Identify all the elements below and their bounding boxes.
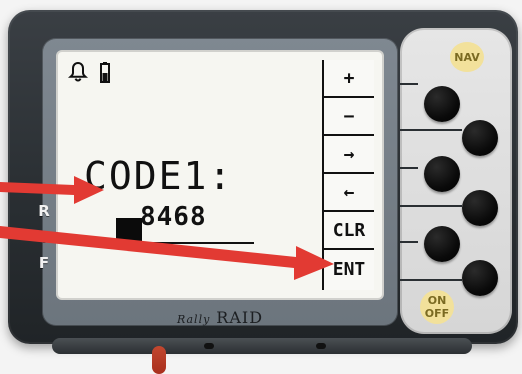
bottom-hole xyxy=(316,343,326,349)
softkey-minus[interactable]: − xyxy=(324,98,374,136)
softkey-label: + xyxy=(343,67,355,89)
softkey-label: CLR xyxy=(332,219,366,241)
softkey-clr[interactable]: CLR xyxy=(324,212,374,250)
red-cable xyxy=(152,346,166,374)
bottom-edge xyxy=(52,338,472,354)
softkey-label: ← xyxy=(343,181,355,203)
brand-logo: Rally RAID xyxy=(42,308,398,327)
side-letter: F xyxy=(38,254,50,272)
onoff-top: ON xyxy=(427,294,447,307)
softkey-right[interactable]: → xyxy=(324,136,374,174)
softkey-label: → xyxy=(343,143,355,165)
onoff-bottom: OFF xyxy=(424,307,450,320)
code-value: 8468 xyxy=(140,202,207,232)
hardware-button-panel: NAV ON OFF xyxy=(400,28,512,334)
side-letter: I xyxy=(41,228,47,246)
bell-icon xyxy=(67,61,89,82)
softkey-label: ENT xyxy=(332,258,366,280)
gps-device: CODE1: 8468 + − → ← CLR ENT Rally RAID R… xyxy=(8,10,518,344)
device-photo: CODE1: 8468 + − → ← CLR ENT Rally RAID R… xyxy=(0,0,522,374)
brand-small: Rally xyxy=(176,313,211,326)
code-entry-row[interactable]: 8468 xyxy=(116,202,276,251)
softkey-ent[interactable]: ENT xyxy=(324,250,374,288)
hardware-button-minus[interactable] xyxy=(462,120,498,156)
side-letter: R xyxy=(38,202,50,220)
side-letters: R I F xyxy=(36,198,52,308)
bottom-hole xyxy=(204,343,214,349)
code-underline xyxy=(116,242,254,244)
brand-main: RAID xyxy=(216,308,264,327)
softkey-left[interactable]: ← xyxy=(324,174,374,212)
lcd-screen: CODE1: 8468 + − → ← CLR ENT xyxy=(56,50,384,300)
hardware-button-plus[interactable] xyxy=(424,86,460,122)
cursor-underline xyxy=(120,248,138,251)
code-title: CODE1: xyxy=(84,154,234,198)
hardware-button-clr[interactable] xyxy=(424,226,460,262)
hardware-button-ent[interactable] xyxy=(462,260,498,296)
softkey-column: + − → ← CLR ENT xyxy=(322,60,374,290)
nav-label: NAV xyxy=(450,42,484,72)
battery-icon xyxy=(100,62,110,83)
softkey-plus[interactable]: + xyxy=(324,60,374,98)
hardware-button-right[interactable] xyxy=(424,156,460,192)
onoff-label: ON OFF xyxy=(420,290,454,324)
status-bar xyxy=(66,60,146,84)
cursor-block xyxy=(116,218,142,251)
hardware-button-left[interactable] xyxy=(462,190,498,226)
screen-frame: CODE1: 8468 + − → ← CLR ENT Rally RAID xyxy=(42,38,398,327)
softkey-label: − xyxy=(343,105,355,127)
